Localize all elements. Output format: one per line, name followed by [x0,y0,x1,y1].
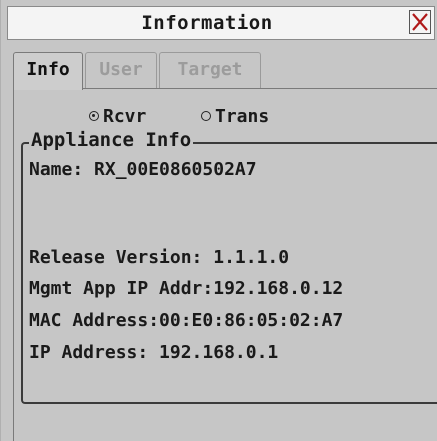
radio-trans[interactable]: Trans [201,106,269,128]
tab-info[interactable]: Info [13,52,83,90]
close-icon [412,13,428,31]
tab-user[interactable]: User [85,52,157,88]
mac-address-line: MAC Address:00:E0:86:05:02:A7 [29,310,344,331]
mgmt-ip-line: Mgmt App IP Addr:192.168.0.12 [29,278,344,299]
window-title: Information [141,12,273,34]
radio-unselected-icon [201,111,211,121]
release-version-line: Release Version: 1.1.1.0 [29,247,290,268]
radio-trans-label: Trans [215,106,270,127]
title-bar: Information [7,6,435,40]
appliance-info-group [21,142,437,404]
radio-selected-icon [89,111,99,121]
close-button[interactable] [409,10,431,34]
ip-address-line: IP Address: 192.168.0.1 [29,342,279,363]
group-legend: Appliance Info [29,128,194,152]
information-window: Information Info User Target Rcvr Trans … [0,0,437,441]
radio-rcvr-label: Rcvr [103,106,147,127]
tab-target[interactable]: Target [159,52,261,88]
name-line: Name: RX_00E0860502A7 [29,159,257,180]
radio-rcvr[interactable]: Rcvr [89,106,146,128]
